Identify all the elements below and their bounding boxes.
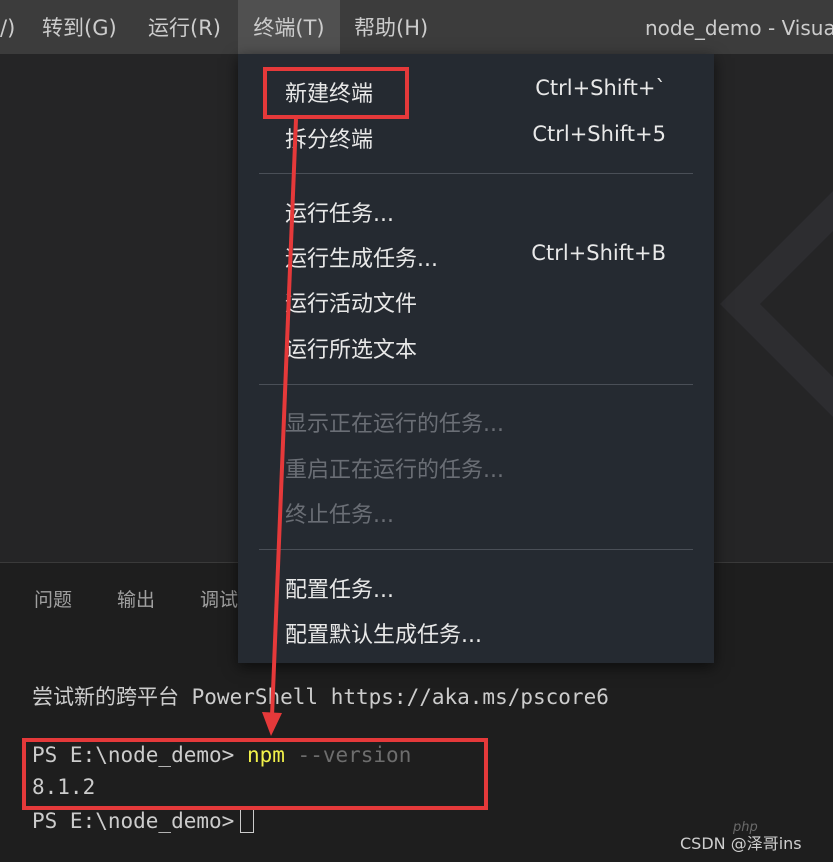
- credit-text: CSDN @泽哥ins: [680, 834, 802, 853]
- annotation-arrow-icon: [262, 118, 298, 736]
